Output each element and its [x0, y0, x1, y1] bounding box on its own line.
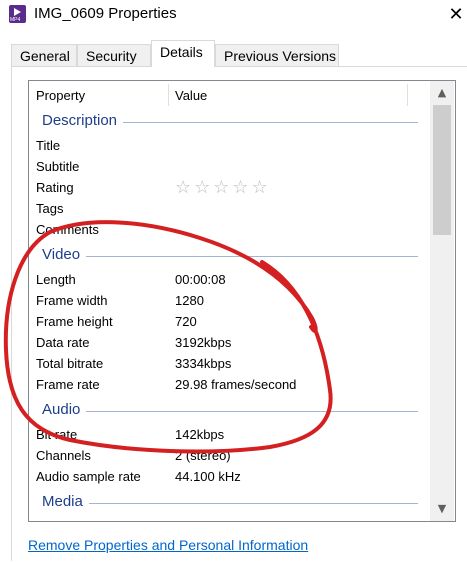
section-label: Media	[42, 493, 89, 510]
property-row-data-rate[interactable]: Data rate 3192kbps	[36, 332, 416, 353]
remove-properties-link[interactable]: Remove Properties and Personal Informati…	[28, 537, 308, 553]
scroll-up-arrow-icon[interactable]: ▲	[430, 81, 454, 105]
property-value: 44.100 kHz	[175, 469, 241, 484]
property-name: Channels	[36, 448, 91, 463]
property-name: Data rate	[36, 335, 90, 350]
property-row-total-bitrate[interactable]: Total bitrate 3334kbps	[36, 353, 416, 374]
properties-list[interactable]: Property Value Description Title Subtitl…	[28, 80, 456, 522]
property-value: 1280	[175, 293, 204, 308]
scroll-down-arrow-icon[interactable]: ▼	[430, 497, 454, 521]
property-value: 29.98 frames/second	[175, 377, 297, 392]
property-name: Tags	[36, 201, 64, 216]
tab-previous-versions[interactable]: Previous Versions	[215, 44, 339, 66]
column-header-value[interactable]: Value	[175, 88, 207, 103]
property-value: 2 (stereo)	[175, 448, 231, 463]
section-description: Description	[42, 112, 418, 132]
property-row-channels[interactable]: Channels 2 (stereo)	[36, 445, 416, 466]
property-name: Frame height	[36, 314, 113, 329]
section-divider	[42, 411, 418, 412]
property-row-bit-rate[interactable]: Bit rate 142kbps	[36, 424, 416, 445]
property-row-length[interactable]: Length 00:00:08	[36, 269, 416, 290]
property-name: Frame rate	[36, 377, 100, 392]
property-name: Audio sample rate	[36, 469, 141, 484]
section-label: Audio	[42, 401, 87, 418]
property-name: Title	[36, 138, 61, 153]
property-value: 00:00:08	[175, 272, 226, 287]
rating-stars[interactable]: ☆☆☆☆☆	[175, 177, 271, 198]
property-row-tags[interactable]: Tags	[36, 198, 416, 219]
section-media: Media	[42, 493, 418, 513]
property-name: Rating	[36, 180, 74, 195]
property-row-frame-width[interactable]: Frame width 1280	[36, 290, 416, 311]
tab-strip: General Security Details Previous Versio…	[11, 40, 461, 67]
scroll-thumb[interactable]	[433, 105, 451, 235]
column-header-property[interactable]: Property	[36, 88, 85, 103]
property-row-title[interactable]: Title	[36, 135, 416, 156]
property-row-rating[interactable]: Rating ☆☆☆☆☆	[36, 177, 416, 198]
property-name: Total bitrate	[36, 356, 104, 371]
property-value: 3334kbps	[175, 356, 232, 371]
close-button[interactable]: ✕	[445, 2, 467, 26]
column-divider[interactable]	[407, 84, 408, 106]
list-header: Property Value	[29, 81, 429, 107]
property-name: Length	[36, 272, 76, 287]
section-label: Video	[42, 246, 87, 263]
column-divider[interactable]	[168, 84, 169, 106]
vertical-scrollbar[interactable]: ▲ ▼	[430, 81, 454, 521]
tab-details[interactable]: Details	[151, 40, 215, 67]
property-row-comments[interactable]: Comments	[36, 219, 416, 240]
property-row-subtitle[interactable]: Subtitle	[36, 156, 416, 177]
mp4-video-icon: MP4	[9, 5, 26, 23]
window-title: IMG_0609 Properties	[34, 5, 177, 22]
property-value: 142kbps	[175, 427, 225, 442]
property-value: 3192kbps	[175, 335, 232, 350]
property-row-audio-sample-rate[interactable]: Audio sample rate 44.100 kHz	[36, 466, 416, 487]
property-name: Bit rate	[36, 427, 78, 442]
tab-general[interactable]: General	[11, 44, 77, 66]
section-audio: Audio	[42, 401, 418, 421]
title-bar: MP4 IMG_0609 Properties ✕	[0, 0, 467, 28]
property-row-frame-rate[interactable]: Frame rate 29.98 frames/second	[36, 374, 416, 395]
section-divider	[42, 256, 418, 257]
property-name: Frame width	[36, 293, 108, 308]
property-value: 720	[175, 314, 197, 329]
section-label: Description	[42, 112, 124, 129]
section-divider	[42, 503, 418, 504]
section-video: Video	[42, 246, 418, 266]
property-row-frame-height[interactable]: Frame height 720	[36, 311, 416, 332]
tab-security[interactable]: Security	[77, 44, 151, 66]
property-name: Subtitle	[36, 159, 80, 174]
property-name: Comments	[36, 222, 99, 237]
